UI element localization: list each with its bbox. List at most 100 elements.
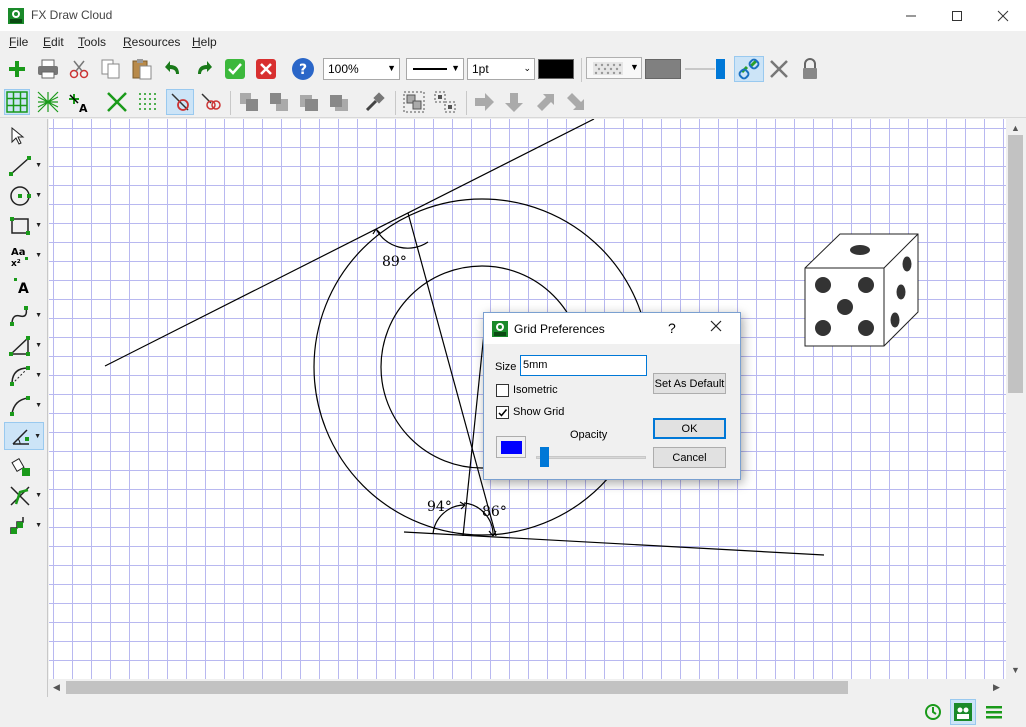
snap-to-object-icon[interactable]	[166, 89, 194, 115]
show-grid-checkbox[interactable]	[496, 406, 509, 419]
opacity-slider-track[interactable]	[685, 68, 715, 70]
scroll-left-icon[interactable]: ◀	[53, 682, 60, 693]
select-tool[interactable]	[4, 122, 44, 150]
size-label: Size	[495, 361, 517, 373]
group-icon[interactable]	[401, 89, 427, 115]
horizontal-scroll-thumb[interactable]	[66, 681, 848, 694]
ok-button[interactable]: OK	[653, 418, 726, 439]
set-as-default-button[interactable]: Set As Default	[653, 373, 726, 394]
angle-tool[interactable]: ▼	[4, 422, 44, 450]
copy-icon[interactable]	[98, 56, 124, 82]
snap-point-icon[interactable]: A	[66, 89, 92, 115]
angle-arc-89[interactable]	[375, 228, 429, 249]
rectangle-tool[interactable]: ▼	[4, 212, 44, 240]
text-icon: A	[14, 278, 29, 297]
angle-label-86[interactable]: 86°	[482, 504, 507, 520]
menu-tools[interactable]: Tools	[78, 35, 106, 49]
isometric-checkbox[interactable]	[496, 384, 509, 397]
format-painter-icon[interactable]	[362, 89, 388, 115]
move-up-right-icon[interactable]	[532, 89, 558, 115]
send-backward-icon[interactable]	[326, 89, 352, 115]
ungroup-icon[interactable]	[432, 89, 458, 115]
dice-icon[interactable]	[804, 233, 919, 347]
scroll-down-icon[interactable]: ▼	[1011, 665, 1020, 675]
unlink-icon[interactable]	[766, 56, 792, 82]
opacity-slider[interactable]	[536, 456, 646, 459]
bring-to-front-icon[interactable]	[236, 89, 262, 115]
zoom-select[interactable]: 100% ▼	[323, 58, 400, 80]
dot-grid-icon[interactable]	[135, 89, 161, 115]
size-input[interactable]: 5mm	[520, 355, 647, 376]
send-to-back-icon[interactable]	[266, 89, 292, 115]
redo-icon[interactable]	[191, 56, 217, 82]
fill-tool[interactable]	[4, 452, 44, 480]
isometric-grid-icon[interactable]	[35, 89, 61, 115]
text-format-tool[interactable]: Aa x² ▼	[4, 242, 44, 270]
cancel-button[interactable]: Cancel	[653, 447, 726, 468]
curve-tool[interactable]: ▼	[4, 302, 44, 330]
opacity-slider-thumb[interactable]	[539, 447, 549, 467]
opacity-slider-thumb[interactable]	[716, 59, 725, 79]
window-title: FX Draw Cloud	[31, 8, 113, 22]
svg-text:Aa: Aa	[11, 247, 26, 258]
axes-icon[interactable]	[104, 89, 130, 115]
print-icon[interactable]	[35, 56, 61, 82]
line-width-select[interactable]: 1pt ⌄	[467, 58, 535, 80]
shapes-icon	[10, 517, 24, 534]
help-icon[interactable]: ?	[290, 56, 316, 82]
snap-intersection-icon[interactable]	[197, 89, 223, 115]
shape-library-tool[interactable]: ▼	[4, 512, 44, 540]
angle-label-89[interactable]: 89°	[382, 254, 407, 270]
move-down-icon[interactable]	[501, 89, 527, 115]
menu-file[interactable]: File	[9, 35, 28, 49]
grid-icon[interactable]	[4, 89, 30, 115]
close-button[interactable]	[980, 0, 1026, 31]
dialog-close-button[interactable]	[710, 319, 722, 336]
line-tool[interactable]: ▼	[4, 152, 44, 180]
dialog-help-button[interactable]: ?	[668, 320, 676, 336]
menu-edit[interactable]: Edit	[43, 35, 64, 49]
circle-icon	[10, 186, 31, 206]
polygon-tool[interactable]: ▼	[4, 332, 44, 360]
bottom-line[interactable]	[403, 531, 825, 556]
text-tool[interactable]: A	[4, 272, 44, 300]
accept-icon[interactable]	[222, 56, 248, 82]
chevron-down-icon: ▼	[451, 63, 460, 73]
toolbar-separator	[230, 91, 231, 115]
chevron-down-icon: ▼	[35, 192, 42, 199]
circle-tool[interactable]: ▼	[4, 182, 44, 210]
move-right-icon[interactable]	[471, 89, 497, 115]
collaborate-icon[interactable]	[950, 699, 976, 725]
line-style-select[interactable]: ▼	[406, 58, 464, 80]
fill-pattern-select[interactable]: ▼	[586, 57, 642, 79]
arc-icon	[10, 366, 30, 386]
minimize-button[interactable]	[888, 0, 934, 31]
grid-color-button[interactable]	[496, 436, 526, 458]
bring-forward-icon[interactable]	[296, 89, 322, 115]
menu-help[interactable]: Help	[192, 35, 217, 49]
link-icon[interactable]	[734, 56, 764, 82]
lock-icon[interactable]	[797, 56, 823, 82]
hamburger-menu-icon[interactable]	[982, 700, 1006, 724]
freehand-arc-tool[interactable]: ▼	[4, 392, 44, 420]
menu-resources-label: esources	[131, 35, 181, 49]
menu-resources[interactable]: Resources	[123, 35, 180, 49]
construction-tool[interactable]: ▼	[4, 482, 44, 510]
reject-icon[interactable]	[253, 56, 279, 82]
angle-label-94[interactable]: 94°	[427, 499, 452, 515]
maximize-button[interactable]	[934, 0, 980, 31]
cut-icon[interactable]	[66, 56, 92, 82]
line-width-value: 1pt	[472, 62, 489, 76]
fill-color-swatch[interactable]	[645, 59, 681, 79]
scroll-up-icon[interactable]: ▲	[1011, 123, 1020, 133]
move-down-right-icon[interactable]	[562, 89, 588, 115]
line-color-swatch[interactable]	[538, 59, 574, 79]
new-icon[interactable]	[4, 56, 30, 82]
paste-icon[interactable]	[129, 56, 155, 82]
undo-icon[interactable]	[160, 56, 186, 82]
scroll-right-icon[interactable]: ▶	[993, 682, 1000, 693]
line-icon	[9, 156, 31, 176]
vertical-scroll-thumb[interactable]	[1008, 135, 1023, 393]
history-icon[interactable]	[921, 700, 945, 724]
arc-tool[interactable]: ▼	[4, 362, 44, 390]
